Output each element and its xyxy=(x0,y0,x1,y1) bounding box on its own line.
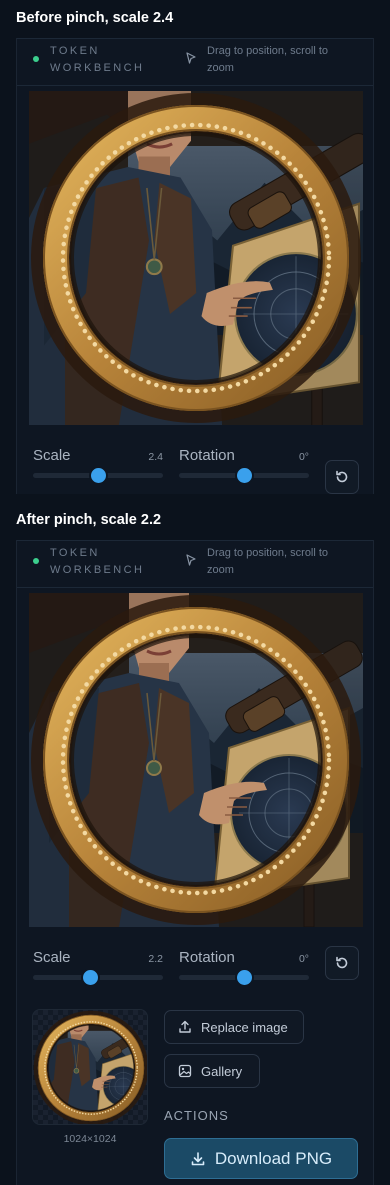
brand-label: TOKEN WORKBENCH xyxy=(50,547,145,576)
image-icon xyxy=(178,1064,192,1078)
section-title-after: After pinch, scale 2.2 xyxy=(16,512,162,528)
scale-slider-thumb[interactable] xyxy=(90,468,106,483)
token-preview-thumbnail xyxy=(32,1009,148,1125)
brand-label: TOKEN WORKBENCH xyxy=(50,45,145,74)
rotation-value: 0° xyxy=(298,953,309,965)
scale-label: Scale xyxy=(33,949,71,966)
section-title-before: Before pinch, scale 2.4 xyxy=(16,10,174,26)
cursor-arrow-icon xyxy=(186,52,196,64)
status-dot xyxy=(33,56,39,62)
download-png-label: Download PNG xyxy=(214,1148,333,1168)
rotation-slider-thumb[interactable] xyxy=(236,970,252,985)
workbench-header: TOKEN WORKBENCH Drag to position, scroll… xyxy=(17,540,373,588)
drag-hint: Drag to position, scroll to zoom xyxy=(207,547,329,576)
download-png-button[interactable]: Download PNG xyxy=(164,1138,358,1179)
actions-heading: ACTIONS xyxy=(164,1108,229,1123)
rotation-value: 0° xyxy=(298,451,309,463)
cursor-arrow-icon xyxy=(186,554,196,566)
image-dimensions: 1024×1024 xyxy=(63,1133,117,1145)
rotation-label: Rotation xyxy=(179,949,235,966)
scale-slider-thumb[interactable] xyxy=(82,970,98,985)
reset-rotate-icon xyxy=(336,956,348,969)
scale-label: Scale xyxy=(33,447,71,464)
token-workbench-before: TOKEN WORKBENCH Drag to position, scroll… xyxy=(16,38,374,494)
workbench-header: TOKEN WORKBENCH Drag to position, scroll… xyxy=(17,38,373,86)
download-icon xyxy=(191,1151,205,1165)
upload-icon xyxy=(179,1020,191,1033)
gallery-button[interactable]: Gallery xyxy=(164,1054,260,1088)
gallery-label: Gallery xyxy=(201,1063,243,1079)
token-canvas[interactable] xyxy=(29,593,363,927)
drag-hint: Drag to position, scroll to zoom xyxy=(207,45,329,74)
scale-slider[interactable] xyxy=(33,975,163,980)
replace-image-button[interactable]: Replace image xyxy=(164,1010,304,1044)
status-dot xyxy=(33,558,39,564)
token-canvas[interactable] xyxy=(29,91,363,425)
replace-image-label: Replace image xyxy=(201,1019,288,1035)
rotation-label: Rotation xyxy=(179,447,235,464)
reset-rotation-button[interactable] xyxy=(325,460,359,494)
rotation-slider-thumb[interactable] xyxy=(236,468,252,483)
reset-rotate-icon xyxy=(336,470,348,483)
reset-rotation-button[interactable] xyxy=(325,946,359,980)
scale-value: 2.4 xyxy=(148,451,163,463)
scale-value: 2.2 xyxy=(148,953,163,965)
